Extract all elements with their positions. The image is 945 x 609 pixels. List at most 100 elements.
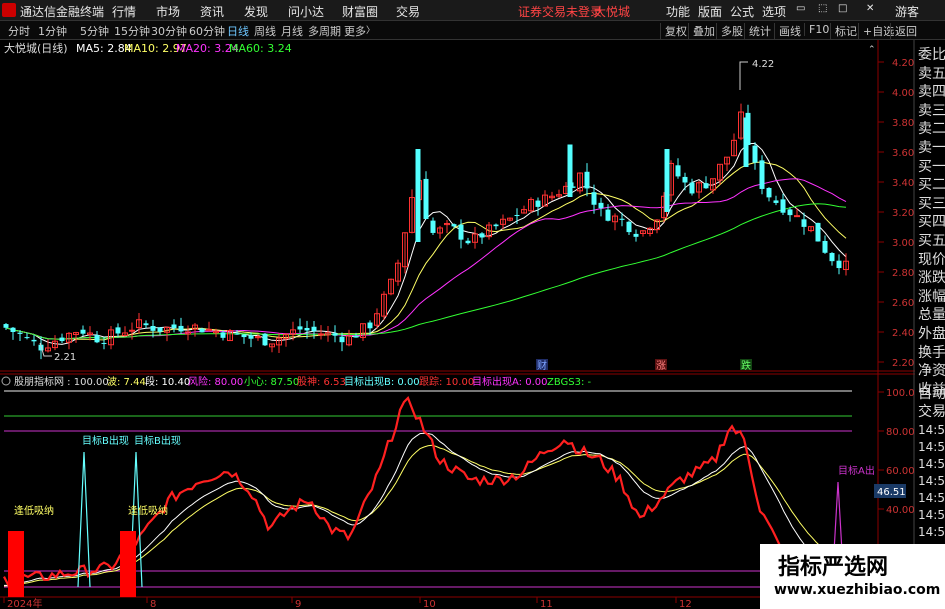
side-item[interactable]: 卖三 [918,100,945,120]
stock-label: 大悦城(日线) [4,41,68,55]
indicator-tick: 80.00 [886,427,915,438]
date-tick: 2024年 [7,597,42,609]
menu-layout[interactable]: 版面 [698,3,722,20]
side-item[interactable]: 买二 [918,174,945,194]
menu-trade[interactable]: 交易 [396,3,420,20]
indicator-field: 股朋指标网 : 100.00 [14,375,109,388]
watermark-url: www.xuezhibiao.com [774,582,941,598]
tab-period-monthly[interactable]: 月线 [281,23,303,39]
menu-market[interactable]: 市场 [156,3,180,20]
overlay-button[interactable]: 叠加 [688,23,715,39]
chart-area[interactable]: 大悦城(日线) MA5: 2.84 MA10: 2.97 MA20: 3.24 … [0,40,915,609]
low-buy-bar [8,531,24,597]
date-tick: 8 [150,599,156,609]
close-icon[interactable]: ✕ [866,3,874,14]
price-tick: 3.80 [892,118,914,129]
price-tick: 3.60 [892,148,914,159]
tab-period-intraday[interactable]: 分时 [8,23,30,39]
side-item[interactable]: 总量 [918,304,945,324]
menu-discover[interactable]: 发现 [244,3,268,20]
menu-formula[interactable]: 公式 [730,3,754,20]
window-icon[interactable]: ⬚ [818,3,827,14]
side-item[interactable]: 涨幅 [918,286,945,306]
date-tick: 9 [295,599,301,609]
svg-text:涨: 涨 [656,360,666,372]
date-tick: 11 [540,599,553,609]
tab-period-30min[interactable]: 30分钟 [151,23,187,39]
tab-period-60min[interactable]: 60分钟 [189,23,225,39]
side-item[interactable]: 交易 [918,401,945,421]
trade-time: 14:56 [918,508,945,522]
stats-button[interactable]: 统计 [744,23,771,39]
side-item[interactable]: 外盘 [918,323,945,343]
high-price-label: 4.22 [752,59,774,70]
side-item[interactable]: 涨跌 [918,267,945,287]
tab-period-multi[interactable]: 多周期 [308,23,341,39]
guest-label[interactable]: 游客 [895,3,919,20]
login-notice[interactable]: 证券交易未登录 [518,3,602,20]
side-item[interactable]: 现价 [918,249,945,269]
collapse-chevron-icon[interactable]: ⌃ [868,45,876,55]
tab-period-1min[interactable]: 1分钟 [38,23,67,39]
low-buy-bar [120,531,136,597]
side-item[interactable]: 买一 [918,156,945,176]
tab-period-5min[interactable]: 5分钟 [80,23,109,39]
indicator-field: 风险: 80.00 [188,375,243,388]
date-tick: 10 [423,599,436,609]
side-item[interactable]: 买四 [918,211,945,231]
indicator-field: 跟踪: 10.00 [419,375,474,388]
indicator-field: 目标出现B: 0.00 [344,375,420,388]
svg-text:跌: 跌 [741,359,751,372]
tab-period-daily[interactable]: 日线 [227,23,249,39]
side-item[interactable]: 卖四 [918,81,945,101]
date-axis: 2024年 8 9 10 11 12 [3,597,692,609]
mark-button[interactable]: 标记 [830,23,857,39]
side-item[interactable]: 买三 [918,193,945,213]
side-item[interactable]: 换手 [918,342,945,362]
side-item[interactable]: 买五 [918,230,945,250]
indicator-tick: 60.00 [886,466,915,477]
menu-function[interactable]: 功能 [666,3,690,20]
menu-ask[interactable]: 问小达 [288,3,324,20]
candlesticks [3,103,849,360]
side-item[interactable]: 卖五 [918,63,945,83]
stock-name: 大悦城 [594,5,631,19]
low-buy-label: 逢低吸纳 [14,504,54,517]
minimize-icon[interactable]: ▭ [796,3,805,14]
target-b-label: 目标B出现 [134,434,181,447]
side-item[interactable]: 卖一 [918,137,945,157]
side-item[interactable]: 自动 [918,383,945,403]
tab-period-15min[interactable]: 15分钟 [114,23,150,39]
low-buy-label: 逢低吸纳 [128,504,168,517]
price-tick: 3.40 [892,178,914,189]
chevron-right-icon[interactable]: 〉 [366,23,375,36]
price-tick: 3.00 [892,238,914,249]
indicator-settings-icon[interactable] [1,376,11,386]
indicator-field: 小心: 87.50 [244,376,299,388]
app-logo-icon [2,3,16,17]
menu-quotes[interactable]: 行情 [112,3,136,20]
price-tick: 2.80 [892,268,914,279]
low-price-label: 2.21 [54,352,76,363]
draw-line-button[interactable]: 画线 [774,23,801,39]
period-toolbar: 分时 1分钟 5分钟 15分钟 30分钟 60分钟 日线 周线 月线 多周期 更… [0,21,945,40]
side-item[interactable]: 卖二 [918,118,945,138]
price-tick: 4.00 [892,88,914,99]
menu-wealth[interactable]: 财富圈 [342,3,378,20]
back-button[interactable]: 返回 [890,23,917,39]
menu-news[interactable]: 资讯 [200,3,224,20]
price-tick: 2.20 [892,358,914,369]
f10-button[interactable]: F10 [804,23,829,36]
tab-period-weekly[interactable]: 周线 [254,23,276,39]
restore-icon[interactable]: □ [838,3,847,14]
indicator-field: ZBGS3: - [547,377,592,388]
adjust-button[interactable]: 复权 [660,23,687,39]
menu-options[interactable]: 选项 [762,3,786,20]
side-item[interactable]: 净资 [918,360,945,380]
multi-stock-button[interactable]: 多股 [716,23,743,39]
price-tick: 4.20 [892,58,914,69]
tab-period-more[interactable]: 更多 [344,23,366,39]
side-item[interactable]: 委比 [918,44,945,64]
add-watchlist-button[interactable]: +自选 [858,23,894,39]
indicator-tick: 40.00 [886,505,915,516]
